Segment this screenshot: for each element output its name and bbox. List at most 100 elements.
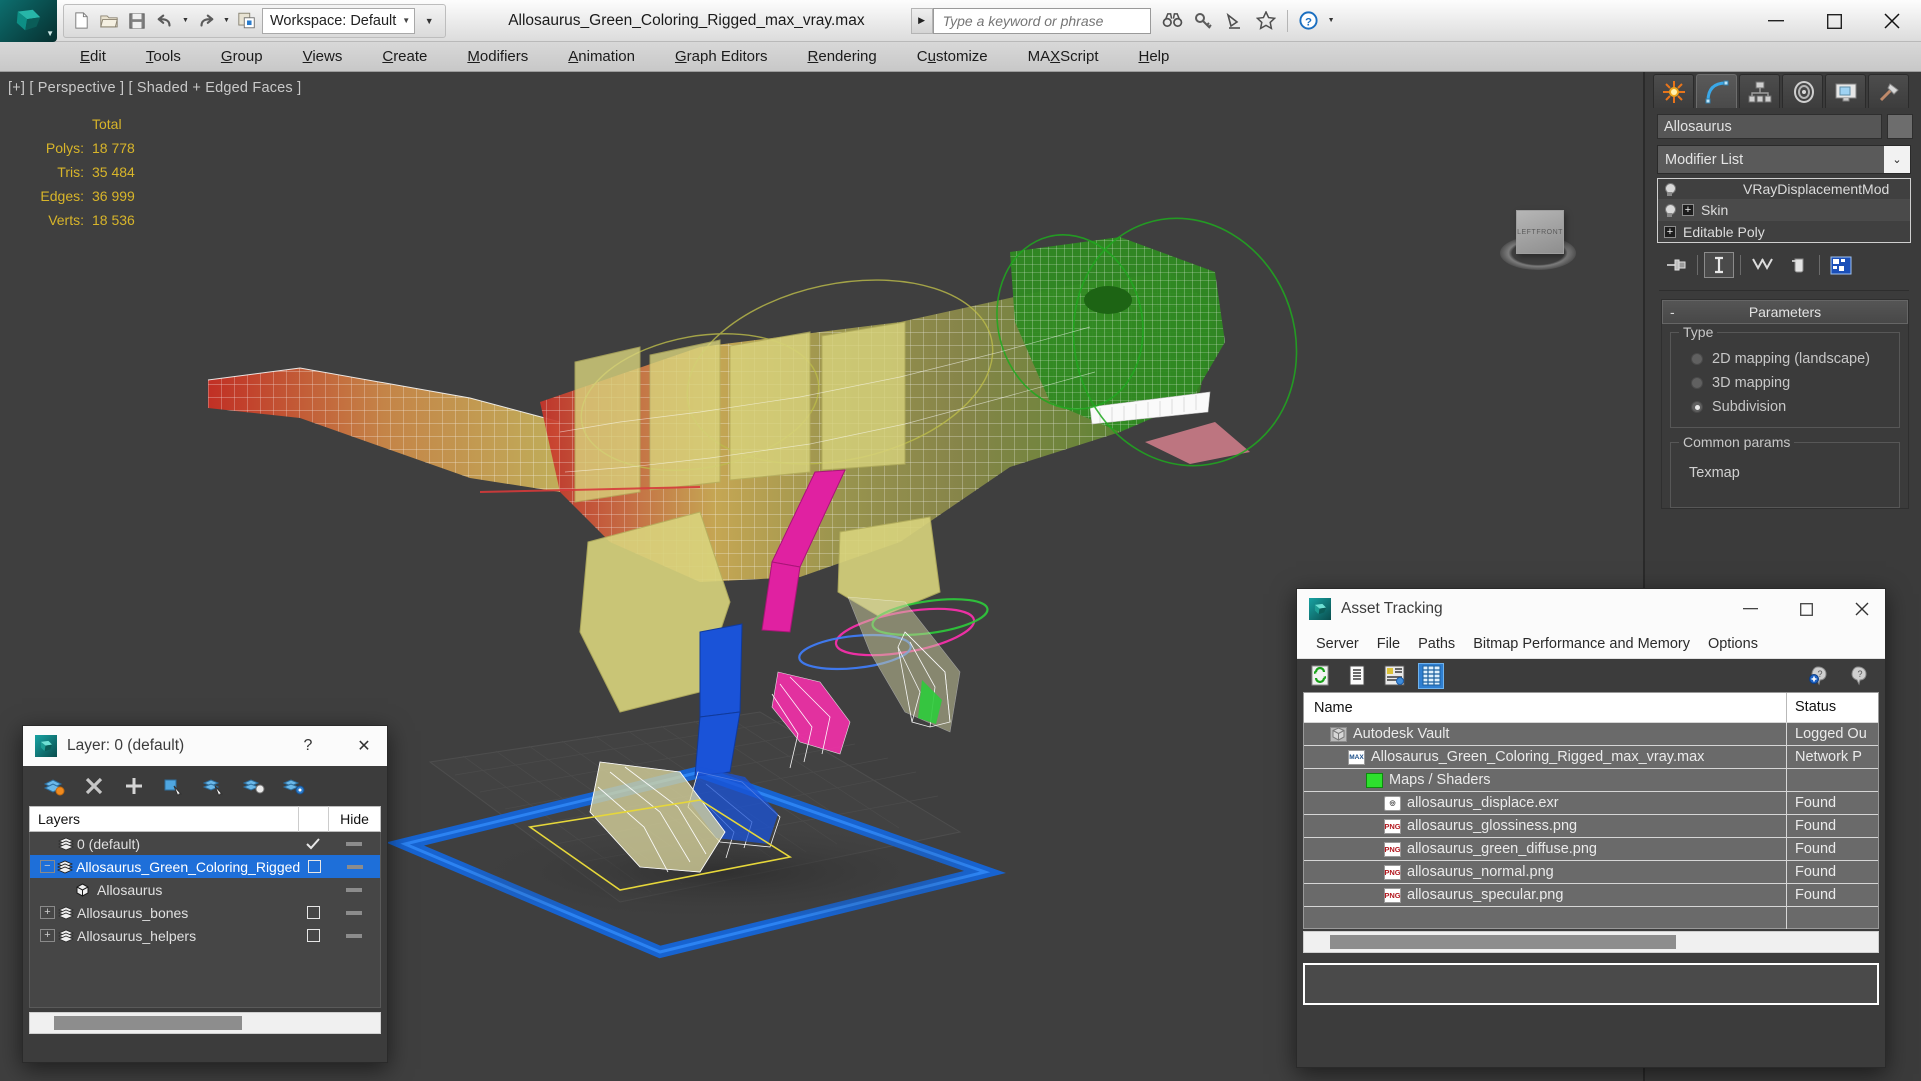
asset-column-name[interactable]: Name bbox=[1304, 700, 1786, 716]
show-end-result-icon[interactable] bbox=[1704, 252, 1734, 278]
asset-status-field[interactable] bbox=[1303, 963, 1879, 1005]
radio-3d-mapping[interactable]: 3D mapping bbox=[1679, 371, 1891, 395]
help-icon[interactable]: ? bbox=[1847, 663, 1873, 689]
layer-hide-cell[interactable] bbox=[328, 841, 380, 846]
menu-group[interactable]: Group bbox=[201, 42, 283, 72]
asset-table[interactable]: Name Status Autodesk Vault Logged Ou MAX bbox=[1303, 692, 1879, 929]
menu-customize[interactable]: Customize bbox=[897, 42, 1008, 72]
new-layer-icon[interactable] bbox=[41, 773, 67, 799]
menu-options[interactable]: Options bbox=[1699, 636, 1767, 652]
expand-plus-icon[interactable]: + bbox=[40, 929, 55, 942]
close-button[interactable]: ✕ bbox=[341, 726, 387, 766]
remove-modifier-icon[interactable] bbox=[1783, 252, 1813, 278]
modifier-stack[interactable]: VRayDisplacementMod + Skin + Editable Po… bbox=[1657, 178, 1911, 243]
asset-row-green-diffuse-png[interactable]: PNG allosaurus_green_diffuse.png Found bbox=[1304, 837, 1878, 861]
asset-row-max-file[interactable]: MAX Allosaurus_Green_Coloring_Rigged_max… bbox=[1304, 745, 1878, 769]
highlight-selected-objects-layer-icon[interactable] bbox=[241, 773, 267, 799]
checkbox-icon[interactable] bbox=[308, 860, 322, 873]
redo-dropdown-caret-icon[interactable]: ▼ bbox=[221, 8, 232, 34]
lightbulb-icon[interactable] bbox=[1664, 203, 1676, 217]
menu-views[interactable]: Views bbox=[283, 42, 363, 72]
layer-list[interactable]: 0 (default) − Allosaurus_Green_Coloring_… bbox=[29, 832, 381, 1008]
view-cube[interactable]: LEFT FRONT bbox=[1494, 204, 1582, 278]
search-box[interactable] bbox=[932, 7, 1151, 34]
modify-tab[interactable] bbox=[1696, 74, 1737, 108]
layer-properties-icon[interactable] bbox=[281, 773, 307, 799]
layer-visible-check[interactable] bbox=[298, 837, 328, 850]
binoculars-icon[interactable] bbox=[1159, 7, 1187, 35]
asset-row-empty[interactable] bbox=[1304, 906, 1878, 929]
menu-tools[interactable]: Tools bbox=[126, 42, 201, 72]
undo-icon[interactable] bbox=[152, 8, 178, 34]
minimize-button[interactable] bbox=[1747, 0, 1805, 42]
title-expand-arrow-icon[interactable]: ▶ bbox=[910, 7, 933, 34]
close-button[interactable] bbox=[1839, 589, 1885, 629]
new-file-icon[interactable] bbox=[68, 8, 94, 34]
list-view-icon[interactable] bbox=[1344, 663, 1370, 689]
radio-subdivision[interactable]: Subdivision bbox=[1679, 395, 1891, 419]
layer-hide-cell[interactable] bbox=[329, 864, 380, 869]
expand-plus-icon[interactable]: + bbox=[40, 906, 55, 919]
motion-tab[interactable] bbox=[1782, 74, 1823, 108]
expand-plus-icon[interactable]: + bbox=[1682, 204, 1694, 216]
radio-icon[interactable] bbox=[1691, 377, 1703, 389]
asset-row-maps-shaders[interactable]: Maps / Shaders bbox=[1304, 768, 1878, 792]
asset-row-specular-png[interactable]: PNG allosaurus_specular.png Found bbox=[1304, 883, 1878, 907]
satellite-icon[interactable] bbox=[1221, 7, 1249, 35]
viewport-label[interactable]: [+] [ Perspective ] [ Shaded + Edged Fac… bbox=[8, 80, 301, 96]
collapse-minus-icon[interactable]: − bbox=[40, 860, 55, 873]
layer-row-allosaurus-bones[interactable]: + Allosaurus_bones bbox=[30, 901, 380, 924]
save-file-icon[interactable] bbox=[124, 8, 150, 34]
layer-row-allosaurus-green-coloring-rigged[interactable]: − Allosaurus_Green_Coloring_Rigged bbox=[30, 855, 380, 878]
grid-view-icon[interactable] bbox=[1418, 662, 1444, 689]
asset-tracking-dialog[interactable]: Asset Tracking Server File Paths Bitmap … bbox=[1296, 588, 1886, 1068]
menu-animation[interactable]: Animation bbox=[548, 42, 655, 72]
asset-row-autodesk-vault[interactable]: Autodesk Vault Logged Ou bbox=[1304, 722, 1878, 746]
layer-visible-check[interactable] bbox=[300, 860, 329, 873]
refresh-icon[interactable] bbox=[1307, 663, 1333, 689]
add-help-icon[interactable]: ? bbox=[1807, 663, 1833, 689]
menu-bitmap-performance-and-memory[interactable]: Bitmap Performance and Memory bbox=[1464, 636, 1699, 652]
close-button[interactable] bbox=[1863, 0, 1921, 42]
parameters-rollout-header[interactable]: - Parameters bbox=[1662, 300, 1908, 324]
layer-dialog-titlebar[interactable]: Layer: 0 (default) ? ✕ bbox=[23, 726, 387, 766]
expand-plus-icon[interactable]: + bbox=[1664, 225, 1676, 238]
object-color-swatch[interactable] bbox=[1887, 114, 1913, 139]
checkbox-icon[interactable] bbox=[306, 929, 320, 942]
help-button[interactable]: ? bbox=[285, 726, 331, 766]
workspace-selector[interactable]: Workspace: Default ▼ bbox=[262, 7, 416, 34]
key-icon[interactable] bbox=[1190, 7, 1218, 35]
layer-hide-cell[interactable] bbox=[328, 910, 380, 915]
view-cube-box[interactable]: LEFT FRONT bbox=[1516, 210, 1564, 254]
asset-row-glossiness-png[interactable]: PNG allosaurus_glossiness.png Found bbox=[1304, 814, 1878, 838]
menu-modifiers[interactable]: Modifiers bbox=[447, 42, 548, 72]
hierarchy-tab[interactable] bbox=[1739, 74, 1780, 108]
chevron-down-icon[interactable]: ⌄ bbox=[1884, 146, 1910, 173]
pin-stack-icon[interactable] bbox=[1661, 252, 1691, 278]
asset-row-normal-png[interactable]: PNG allosaurus_normal.png Found bbox=[1304, 860, 1878, 884]
layer-dialog[interactable]: Layer: 0 (default) ? ✕ Layers Hide 0 (de… bbox=[22, 725, 388, 1063]
configure-modifier-sets-icon[interactable] bbox=[1826, 252, 1856, 278]
asset-row-displace-exr[interactable]: ◎ allosaurus_displace.exr Found bbox=[1304, 791, 1878, 815]
rollout-collapse-icon[interactable]: - bbox=[1670, 304, 1675, 320]
details-view-icon[interactable] bbox=[1381, 663, 1407, 689]
add-layer-icon[interactable] bbox=[121, 773, 147, 799]
modifier-stack-row[interactable]: VRayDisplacementMod bbox=[1658, 179, 1910, 200]
menu-help[interactable]: Help bbox=[1118, 42, 1189, 72]
help-icon[interactable]: ? bbox=[1295, 7, 1323, 35]
menu-paths[interactable]: Paths bbox=[1409, 636, 1464, 652]
minimize-button[interactable] bbox=[1727, 589, 1773, 629]
menu-maxscript[interactable]: MAXScript bbox=[1008, 42, 1119, 72]
layer-row-allosaurus-object[interactable]: Allosaurus bbox=[30, 878, 380, 901]
open-file-icon[interactable] bbox=[96, 8, 122, 34]
maximize-button[interactable] bbox=[1783, 589, 1829, 629]
asset-column-status[interactable]: Status bbox=[1786, 693, 1878, 722]
select-objects-in-layer-icon[interactable] bbox=[161, 773, 187, 799]
radio-icon[interactable] bbox=[1691, 353, 1703, 365]
layer-hide-cell[interactable] bbox=[328, 933, 380, 938]
modifier-stack-row[interactable]: + Editable Poly bbox=[1658, 221, 1910, 242]
make-unique-icon[interactable] bbox=[1747, 252, 1777, 278]
scrollbar-thumb[interactable] bbox=[1330, 935, 1676, 949]
checkbox-icon[interactable] bbox=[306, 906, 320, 919]
search-input[interactable] bbox=[942, 12, 1150, 29]
